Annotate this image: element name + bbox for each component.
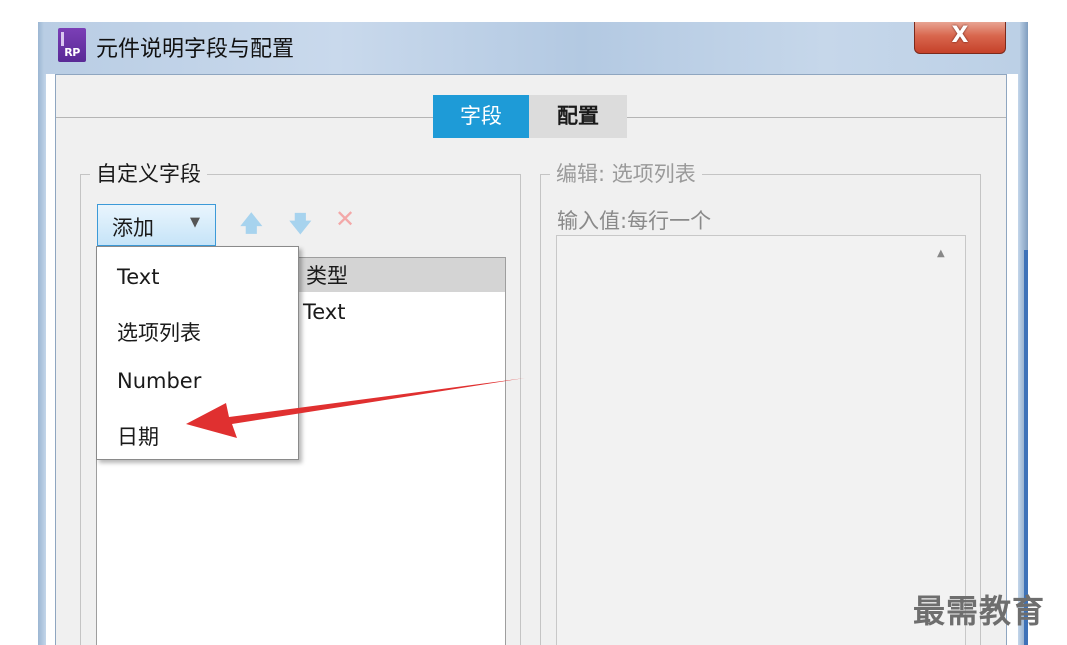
options-textarea[interactable] (556, 235, 966, 645)
scroll-up-arrow-icon[interactable]: ▲ (937, 248, 945, 259)
add-button-label: 添加 (112, 216, 154, 240)
watermark: 最需教育 (913, 592, 1046, 630)
app-icon: RP (58, 28, 86, 62)
delete-icon[interactable]: ✕ (335, 205, 355, 233)
move-down-icon[interactable]: 🡇 (289, 207, 312, 245)
move-up-icon[interactable]: 🡅 (240, 207, 263, 245)
add-dropdown-button[interactable]: 添加 ▼ (97, 204, 216, 246)
tab-config[interactable]: 配置 (529, 95, 627, 138)
close-button[interactable]: X (914, 22, 1006, 54)
table-row-type-cell[interactable]: Text (303, 300, 345, 324)
menu-item-text[interactable]: Text (117, 265, 159, 289)
chevron-down-icon: ▼ (190, 215, 200, 230)
menu-item-date[interactable]: 日期 (117, 421, 159, 451)
window-frame-left (38, 22, 46, 645)
menu-item-number[interactable]: Number (117, 369, 201, 393)
column-header-type[interactable]: 类型 (306, 260, 348, 290)
tab-fields[interactable]: 字段 (433, 95, 529, 138)
menu-item-option-list[interactable]: 选项列表 (117, 317, 201, 347)
add-dropdown-menu: Text 选项列表 Number 日期 (96, 246, 299, 460)
custom-fields-legend: 自定义字段 (90, 160, 207, 188)
editor-legend: 编辑: 选项列表 (550, 160, 702, 188)
input-values-label: 输入值:每行一个 (557, 209, 712, 233)
window-title: 元件说明字段与配置 (96, 37, 295, 62)
